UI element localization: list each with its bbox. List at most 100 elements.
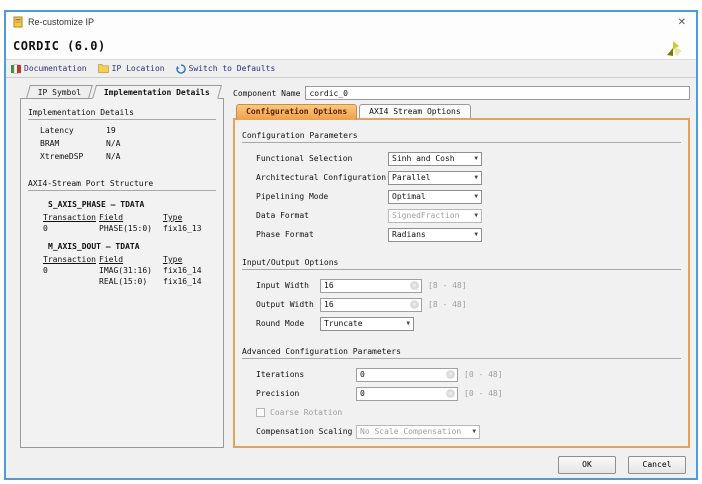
column-header: Type [163, 213, 216, 222]
pipelining-mode-label: Pipelining Mode [256, 192, 388, 201]
configuration-parameters-title: Configuration Parameters [242, 129, 681, 143]
close-icon[interactable]: ✕ [675, 17, 689, 28]
clear-icon[interactable]: ✕ [446, 389, 455, 398]
right-panel: Component Name Configuration Options AXI… [233, 85, 690, 448]
configuration-options-panel: Configuration Parameters Functional Sele… [233, 118, 690, 448]
chevron-down-icon: ▼ [406, 320, 410, 327]
architectural-configuration-dropdown[interactable]: Parallel▼ [388, 171, 482, 185]
round-mode-dropdown[interactable]: Truncate▼ [320, 317, 414, 331]
column-header: Transaction [43, 213, 99, 222]
table-cell [43, 277, 99, 286]
output-width-range: [8 - 48] [428, 300, 467, 309]
advanced-parameters-title: Advanced Configuration Parameters [242, 345, 681, 359]
coarse-rotation-checkbox [256, 408, 265, 417]
data-format-label: Data Format [256, 211, 388, 220]
iterations-range: [0 - 48] [464, 370, 503, 379]
table-cell: 0 [43, 224, 99, 233]
tab-configuration-options[interactable]: Configuration Options [236, 104, 357, 120]
compensation-scaling-row: Compensation Scaling No Scale Compensati… [256, 422, 681, 441]
chevron-down-icon: ▼ [474, 231, 478, 238]
s-axis-phase-table: Transaction Field Type 0 PHASE(15:0) fix… [43, 213, 216, 233]
component-name-input[interactable] [305, 86, 690, 100]
ip-dialog-icon [13, 16, 23, 28]
cancel-button[interactable]: Cancel [628, 456, 686, 474]
table-cell: fix16_14 [163, 266, 216, 275]
page-title: CORDIC (6.0) [13, 39, 106, 53]
dialog-header: CORDIC (6.0) [6, 32, 696, 59]
refresh-icon [176, 64, 186, 74]
tab-implementation-details[interactable]: Implementation Details [92, 85, 222, 99]
tab-ip-symbol[interactable]: IP Symbol [26, 85, 93, 98]
table-cell: fix16_14 [163, 277, 216, 286]
window-titlebar: Re-customize IP ✕ [6, 12, 696, 32]
output-width-field[interactable]: 16✕ [320, 298, 422, 312]
functional-selection-row: Functional Selection Sinh and Cosh▼ [256, 149, 681, 168]
clear-icon[interactable]: ✕ [410, 281, 419, 290]
output-width-label: Output Width [256, 300, 320, 309]
coarse-rotation-row: Coarse Rotation [256, 403, 681, 422]
table-cell: REAL(15:0) [99, 277, 163, 286]
axi4-port-structure-title: AXI4-Stream Port Structure [28, 177, 216, 191]
iterations-field[interactable]: 0✕ [356, 368, 458, 382]
switch-to-defaults-button[interactable]: Switch to Defaults [176, 64, 276, 74]
architectural-configuration-row: Architectural Configuration Parallel▼ [256, 168, 681, 187]
tab-axi4-stream-options[interactable]: AXI4 Stream Options [359, 104, 471, 118]
round-mode-row: Round Mode Truncate▼ [256, 314, 681, 333]
book-icon [11, 64, 21, 74]
chevron-down-icon: ▼ [474, 212, 478, 219]
input-width-field[interactable]: 16✕ [320, 279, 422, 293]
functional-selection-dropdown[interactable]: Sinh and Cosh▼ [388, 152, 482, 166]
chevron-down-icon: ▼ [474, 155, 478, 162]
chevron-down-icon: ▼ [472, 428, 476, 435]
data-format-dropdown: SignedFraction▼ [388, 209, 482, 223]
toolbar: Documentation IP Location Switch to Defa… [6, 59, 696, 78]
pipelining-mode-dropdown[interactable]: Optimal▼ [388, 190, 482, 204]
phase-format-row: Phase Format Radians▼ [256, 225, 681, 244]
architectural-configuration-label: Architectural Configuration [256, 173, 388, 182]
iterations-label: Iterations [256, 370, 356, 379]
clear-icon[interactable]: ✕ [446, 370, 455, 379]
documentation-button[interactable]: Documentation [11, 64, 87, 74]
table-cell: fix16_13 [163, 224, 216, 233]
column-header: Transaction [43, 255, 99, 264]
table-cell: IMAG(31:16) [99, 266, 163, 275]
s-axis-phase-group-title: S_AXIS_PHASE — TDATA [48, 200, 216, 209]
coarse-rotation-label: Coarse Rotation [270, 408, 342, 417]
precision-field[interactable]: 0✕ [356, 387, 458, 401]
output-width-row: Output Width 16✕ [8 - 48] [256, 295, 681, 314]
chevron-down-icon: ▼ [474, 193, 478, 200]
switch-to-defaults-label: Switch to Defaults [189, 64, 276, 73]
dialog-main: IP Symbol Implementation Details Impleme… [6, 78, 696, 451]
ip-location-label: IP Location [112, 64, 165, 73]
component-name-label: Component Name [233, 89, 300, 98]
impl-row-bram: BRAMN/A [40, 139, 216, 152]
pipelining-mode-row: Pipelining Mode Optimal▼ [256, 187, 681, 206]
left-panel: IP Symbol Implementation Details Impleme… [20, 85, 224, 448]
input-width-row: Input Width 16✕ [8 - 48] [256, 276, 681, 295]
dialog-footer: OK Cancel [6, 451, 696, 478]
data-format-row: Data Format SignedFraction▼ [256, 206, 681, 225]
impl-row-xtremedsp: XtremeDSPN/A [40, 152, 216, 165]
phase-format-dropdown[interactable]: Radians▼ [388, 228, 482, 242]
m-axis-dout-group-title: M_AXIS_DOUT — TDATA [48, 242, 216, 251]
folder-icon [98, 64, 109, 73]
xilinx-logo-icon [664, 39, 684, 59]
m-axis-dout-table: Transaction Field Type 0 IMAG(31:16) fix… [43, 255, 216, 286]
phase-format-label: Phase Format [256, 230, 388, 239]
ip-location-button[interactable]: IP Location [98, 64, 165, 73]
table-cell: 0 [43, 266, 99, 275]
column-header: Field [99, 213, 163, 222]
iterations-row: Iterations 0✕ [0 - 48] [256, 365, 681, 384]
input-width-range: [8 - 48] [428, 281, 467, 290]
io-options-title: Input/Output Options [242, 256, 681, 270]
window-title: Re-customize IP [28, 17, 94, 27]
impl-row-latency: Latency19 [40, 126, 216, 139]
functional-selection-label: Functional Selection [256, 154, 388, 163]
recustomize-ip-dialog: Re-customize IP ✕ CORDIC (6.0) Documenta… [4, 10, 698, 480]
ok-button[interactable]: OK [558, 456, 616, 474]
clear-icon[interactable]: ✕ [410, 300, 419, 309]
input-width-label: Input Width [256, 281, 320, 290]
precision-range: [0 - 48] [464, 389, 503, 398]
precision-label: Precision [256, 389, 356, 398]
component-name-row: Component Name [233, 85, 690, 101]
